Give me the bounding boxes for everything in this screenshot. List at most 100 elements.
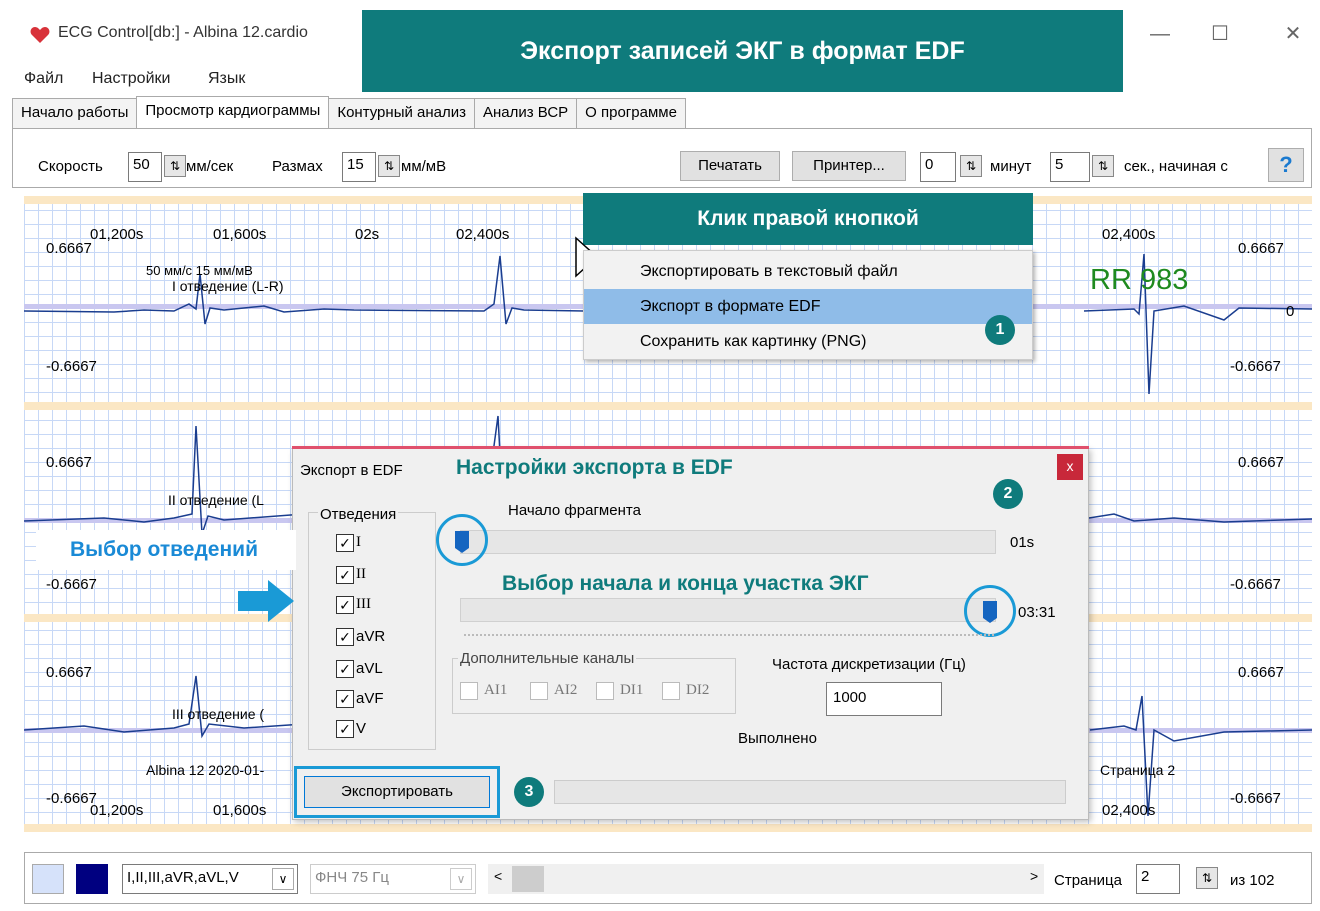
scroll-right-icon[interactable]: > (1030, 868, 1038, 884)
help-button[interactable]: ? (1268, 148, 1304, 182)
lead-v-checkbox[interactable]: ✓ (336, 720, 354, 738)
tab-hrv-analysis[interactable]: Анализ ВСР (474, 98, 578, 128)
di1-checkbox[interactable] (596, 682, 614, 700)
minutes-spinner[interactable]: ⇅ (960, 155, 982, 177)
scale-label-pos: 0.6667 (1238, 454, 1284, 471)
start-slider-thumb[interactable] (454, 530, 470, 554)
step-badge-2: 2 (993, 479, 1023, 509)
dialog-close-button[interactable]: x (1057, 454, 1083, 480)
leads-annotation: Выбор отведений (36, 530, 296, 570)
time-label: 02,400s (1102, 226, 1156, 243)
scale-label-neg: -0.6667 (1230, 358, 1281, 375)
lead-avr-checkbox[interactable]: ✓ (336, 628, 354, 646)
end-slider[interactable] (460, 598, 996, 622)
arrow-right-icon (238, 580, 294, 622)
tab-start[interactable]: Начало работы (12, 98, 138, 128)
di2-label: DI2 (686, 682, 710, 698)
ai2-checkbox[interactable] (530, 682, 548, 700)
printer-button[interactable]: Принтер... (792, 151, 906, 181)
page-total: из 102 (1230, 872, 1275, 889)
scrollbar-thumb[interactable] (512, 866, 544, 892)
di2-checkbox[interactable] (662, 682, 680, 700)
lead-3-label: III отведение ( (172, 706, 265, 722)
menu-settings[interactable]: Настройки (92, 70, 170, 88)
tab-about[interactable]: О программе (576, 98, 686, 128)
minutes-input[interactable]: 0 (920, 152, 956, 182)
scale-label-neg: -0.6667 (46, 576, 97, 593)
scroll-left-icon[interactable]: < (494, 868, 502, 884)
lead-avf-label: aVF (356, 690, 384, 707)
chevron-down-icon[interactable]: ∨ (450, 868, 472, 890)
print-button[interactable]: Печатать (680, 151, 780, 181)
menu-export-edf[interactable]: Экспорт в формате EDF (584, 289, 1032, 324)
lead-avf-checkbox[interactable]: ✓ (336, 690, 354, 708)
menu-language[interactable]: Язык (208, 70, 245, 88)
frequency-label: Частота дискретизации (Гц) (772, 656, 966, 673)
start-slider[interactable] (460, 530, 996, 554)
ai2-label: AI2 (554, 682, 578, 698)
start-label: Начало фрагмента (508, 502, 641, 519)
time-label: 02,400s (1102, 802, 1156, 819)
minutes-label: минут (990, 158, 1032, 175)
chevron-down-icon[interactable]: ∨ (272, 868, 294, 890)
lead-ii-checkbox[interactable]: ✓ (336, 566, 354, 584)
tab-contour-analysis[interactable]: Контурный анализ (328, 98, 475, 128)
zero-label: 0 (1286, 303, 1295, 320)
scale-label-pos: 0.6667 (46, 454, 92, 471)
tab-view-cardiogram[interactable]: Просмотр кардиограммы (136, 96, 330, 128)
lead-i-checkbox[interactable]: ✓ (336, 534, 354, 552)
window-title: ECG Control[db:] - Albina 12.cardio (58, 24, 308, 41)
heart-icon (30, 27, 50, 43)
step-badge-3: 3 (514, 777, 544, 807)
export-button[interactable]: Экспортировать (304, 776, 490, 808)
rr-label: RR 983 (1090, 264, 1189, 296)
leads-combo-value: I,II,III,aVR,aVL,V (127, 869, 239, 886)
time-label: 02s (355, 226, 380, 243)
speed-unit: мм/сек (186, 158, 234, 175)
color-swatch-light[interactable] (32, 864, 64, 894)
lead-avr-label: aVR (356, 628, 386, 645)
menu-file[interactable]: Файл (24, 70, 63, 88)
speed-input[interactable]: 50 (128, 152, 162, 182)
page-input[interactable]: 2 (1136, 864, 1180, 894)
time-label: 01,200s (90, 802, 144, 819)
seconds-input[interactable]: 5 (1050, 152, 1090, 182)
lead-iii-label: III (356, 596, 371, 612)
color-swatch-dark[interactable] (76, 864, 108, 894)
page-spinner[interactable]: ⇅ (1196, 867, 1218, 889)
close-button[interactable]: ✕ (1278, 22, 1308, 46)
minimize-button[interactable]: — (1145, 22, 1175, 46)
horizontal-scrollbar[interactable] (488, 864, 1044, 894)
ai1-label: AI1 (484, 682, 508, 698)
amplitude-input[interactable]: 15 (342, 152, 376, 182)
ecg-page-label: Страница 2 (1100, 762, 1176, 778)
amplitude-spinner[interactable]: ⇅ (378, 155, 400, 177)
header-banner: Экспорт записей ЭКГ в формат EDF (362, 10, 1123, 92)
patient-label: Albina 12 2020-01- (146, 762, 265, 778)
menu-export-text[interactable]: Экспортировать в текстовый файл (584, 254, 1032, 289)
lead-i-label: I (356, 534, 361, 550)
time-label: 02,400s (456, 226, 510, 243)
lead-avl-label: aVL (356, 660, 383, 677)
dialog-title: Экспорт в EDF (300, 462, 403, 479)
lead-2-label: II отведение (L (168, 492, 264, 508)
scale-label-pos: 0.6667 (46, 240, 92, 257)
lead-iii-checkbox[interactable]: ✓ (336, 596, 354, 614)
menu-save-png[interactable]: Сохранить как картинку (PNG) (584, 324, 1032, 359)
end-slider-thumb[interactable] (982, 600, 998, 624)
time-label: 01,200s (90, 226, 144, 243)
export-progress-bar (554, 780, 1066, 804)
ai1-checkbox[interactable] (460, 682, 478, 700)
speed-spinner[interactable]: ⇅ (164, 155, 186, 177)
seconds-label: сек., начиная с (1124, 158, 1228, 175)
scale-label-pos: 0.6667 (46, 664, 92, 681)
lead-2-trace-right (1088, 513, 1312, 523)
start-value: 01s (1010, 534, 1035, 551)
context-menu-header: Клик правой кнопкой (583, 193, 1033, 245)
maximize-button[interactable]: ☐ (1205, 22, 1235, 46)
seconds-spinner[interactable]: ⇅ (1092, 155, 1114, 177)
time-label: 01,600s (213, 226, 267, 243)
time-label: 01,600s (213, 802, 267, 819)
frequency-input[interactable]: 1000 (826, 682, 942, 716)
lead-avl-checkbox[interactable]: ✓ (336, 660, 354, 678)
